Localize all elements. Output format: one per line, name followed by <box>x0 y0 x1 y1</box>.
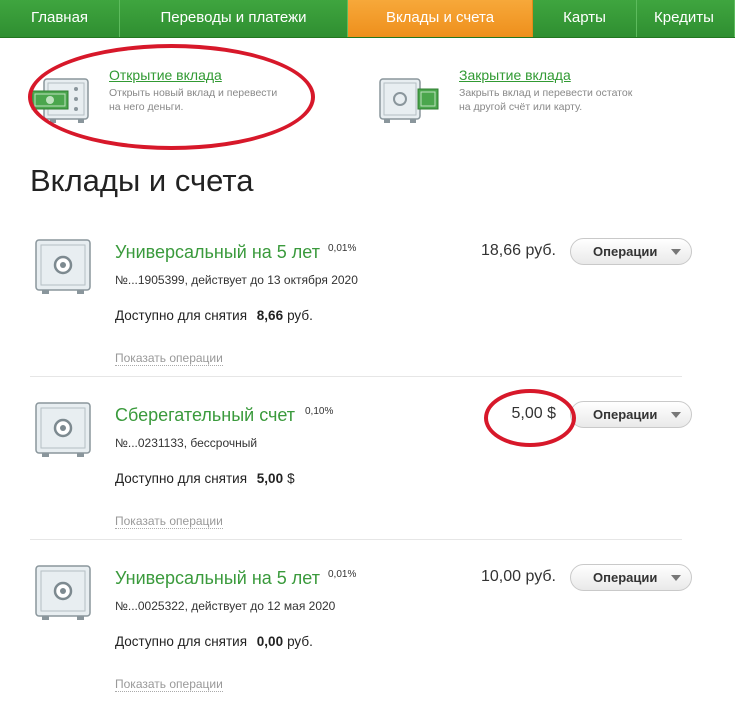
close-deposit-link[interactable]: Закрытие вклада <box>459 67 571 83</box>
nav-item-deposits[interactable]: Вклады и счета <box>348 0 533 37</box>
available-label: Доступно для снятия <box>115 308 248 323</box>
open-deposit-text: Открытие вклада Открыть новый вклад и пе… <box>109 67 329 113</box>
card-divider <box>30 539 682 540</box>
available-currency: руб. <box>287 308 313 323</box>
account-name[interactable]: Универсальный на 5 лет <box>115 242 320 263</box>
operations-label: Операции <box>593 407 658 422</box>
chevron-down-icon <box>671 575 681 581</box>
safe-icon <box>35 239 91 294</box>
available-value: 8,66 <box>256 308 284 323</box>
available-label: Доступно для снятия <box>115 471 248 486</box>
open-deposit-desc-1: Открыть новый вклад и перевести <box>109 87 278 99</box>
close-deposit-desc-2: на другой счёт или карту. <box>459 101 583 113</box>
available-value: 5,00 <box>256 471 284 486</box>
show-operations-link[interactable]: Показать операции <box>115 351 223 366</box>
account-balance: 18,66 руб. <box>481 242 556 259</box>
safe-icon <box>35 565 91 620</box>
operations-label: Операции <box>593 570 658 585</box>
available-row: Доступно для снятия 5,00 $ <box>115 471 295 486</box>
chevron-down-icon <box>671 249 681 255</box>
card-divider <box>30 376 682 377</box>
close-deposit-desc-1: Закрыть вклад и перевести остаток <box>459 87 633 99</box>
chevron-down-icon <box>671 412 681 418</box>
operations-button[interactable]: Операции <box>570 401 692 428</box>
page-title: Вклады и счета <box>30 163 254 198</box>
top-navigation: Главная Переводы и платежи Вклады и счет… <box>0 0 735 38</box>
available-row: Доступно для снятия 8,66 руб. <box>115 308 313 323</box>
operations-button[interactable]: Операции <box>570 238 692 265</box>
available-label: Доступно для снятия <box>115 634 248 649</box>
account-rate: 0,01% <box>328 569 357 580</box>
account-balance: 10,00 руб. <box>481 568 556 585</box>
open-deposit-link[interactable]: Открытие вклада <box>109 67 222 83</box>
close-deposit-text: Закрытие вклада Закрыть вклад и перевест… <box>459 67 679 113</box>
nav-item-transfers[interactable]: Переводы и платежи <box>120 0 348 37</box>
available-currency: руб. <box>287 634 313 649</box>
nav-item-home[interactable]: Главная <box>0 0 120 37</box>
operations-label: Операции <box>593 244 658 259</box>
nav-item-credits[interactable]: Кредиты <box>637 0 735 37</box>
account-card: Универсальный на 5 лет 0,01% №...0025322… <box>30 563 692 700</box>
available-value: 0,00 <box>256 634 284 649</box>
account-number: №...0025322, действует до 12 мая 2020 <box>115 599 336 613</box>
account-rate: 0,01% <box>328 243 357 254</box>
open-deposit-desc-2: на него деньги. <box>109 101 184 113</box>
account-number: №...1905399, действует до 13 октября 202… <box>115 273 358 287</box>
account-name[interactable]: Универсальный на 5 лет <box>115 568 320 589</box>
account-name[interactable]: Сберегательный счет <box>115 405 295 426</box>
safe-icon <box>35 402 91 457</box>
account-rate: 0,10% <box>305 406 334 417</box>
account-card: Сберегательный счет 0,10% №...0231133, б… <box>30 400 692 540</box>
show-operations-link[interactable]: Показать операции <box>115 514 223 529</box>
account-balance: 5,00 $ <box>511 405 556 422</box>
safe-with-money-icon[interactable] <box>30 77 92 125</box>
nav-item-cards[interactable]: Карты <box>533 0 637 37</box>
account-number: №...0231133, бессрочный <box>115 436 258 450</box>
show-operations-link[interactable]: Показать операции <box>115 677 223 692</box>
safe-money-out-icon[interactable] <box>378 77 440 125</box>
available-currency: $ <box>287 471 295 486</box>
operations-button[interactable]: Операции <box>570 564 692 591</box>
available-row: Доступно для снятия 0,00 руб. <box>115 634 313 649</box>
account-card: Универсальный на 5 лет 0,01% №...1905399… <box>30 237 692 377</box>
